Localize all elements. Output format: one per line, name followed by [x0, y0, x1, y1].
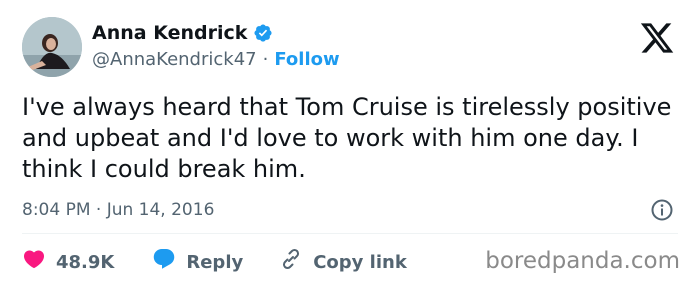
like-button[interactable]: 48.9K — [22, 247, 114, 278]
divider — [22, 233, 678, 234]
avatar[interactable] — [22, 17, 82, 77]
tweet-timestamp[interactable]: 8:04 PM · Jun 14, 2016 — [22, 199, 214, 221]
info-icon[interactable] — [650, 198, 674, 222]
verified-badge-icon — [253, 23, 273, 43]
copy-link-button[interactable]: Copy link — [279, 247, 407, 278]
copy-link-label: Copy link — [313, 251, 407, 273]
author-name-row: Anna Kendrick — [92, 21, 273, 45]
reply-button[interactable]: Reply — [152, 247, 243, 278]
avatar-image — [22, 17, 82, 77]
watermark: boredpanda.com — [485, 248, 680, 274]
tweet-text: I've always heard that Tom Cruise is tir… — [22, 93, 672, 183]
reply-label: Reply — [186, 251, 244, 273]
link-icon — [279, 247, 303, 278]
x-logo-icon[interactable] — [638, 20, 676, 56]
separator-dot: · — [262, 49, 269, 70]
reply-bubble-icon — [152, 247, 176, 278]
action-bar: 48.9K Reply Copy link — [22, 247, 407, 278]
handle-row: @AnnaKendrick47 · Follow — [92, 49, 340, 71]
like-count: 48.9K — [56, 251, 115, 273]
author-name[interactable]: Anna Kendrick — [92, 21, 247, 45]
follow-button[interactable]: Follow — [274, 49, 339, 71]
author-handle[interactable]: @AnnaKendrick47 — [92, 49, 257, 71]
heart-icon — [22, 247, 46, 278]
